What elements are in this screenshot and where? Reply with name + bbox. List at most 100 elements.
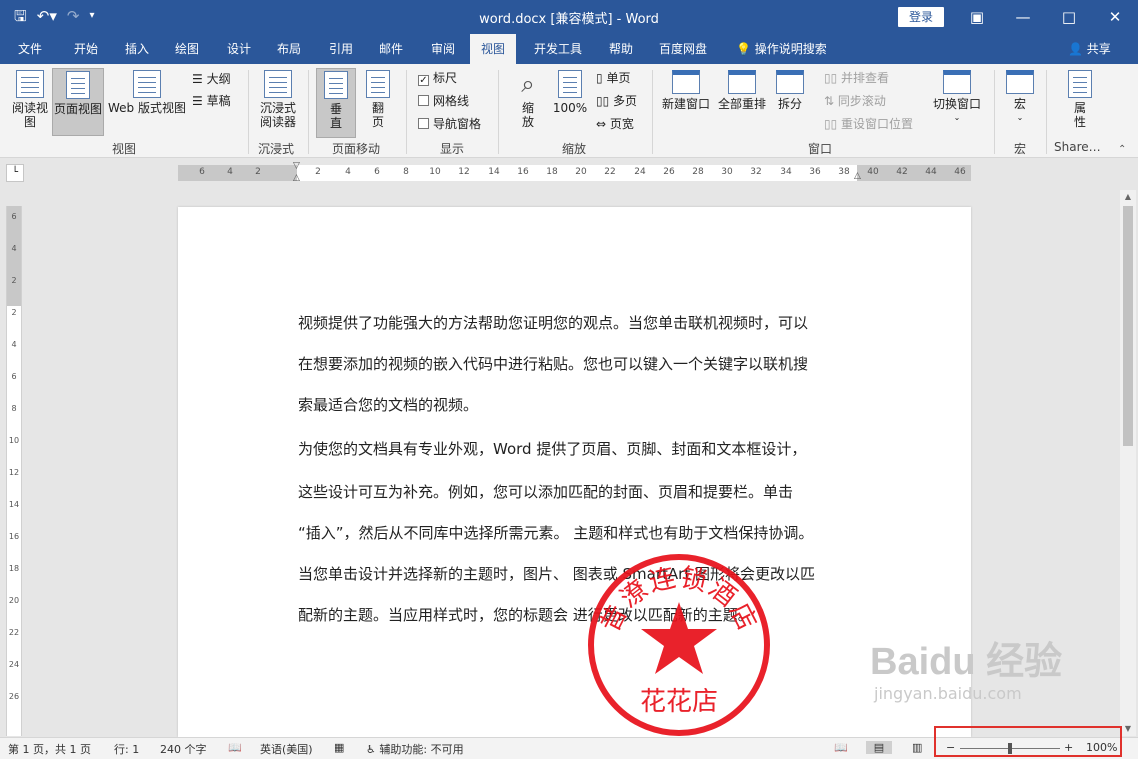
group-separator	[248, 70, 249, 154]
scroll-thumb[interactable]	[1123, 206, 1133, 446]
document-page[interactable]: 视频提供了功能强大的方法帮助您证明您的观点。当您单击联机视频时，可以 在想要添加…	[178, 207, 971, 737]
ribbon-display-options-icon[interactable]: ▣	[960, 4, 994, 30]
group-separator	[994, 70, 995, 154]
outline-button[interactable]: ☰ 大纲	[192, 70, 231, 88]
page-width-button[interactable]: ⇔ 页宽	[596, 115, 634, 133]
web-layout-button[interactable]: Web 版式视图	[106, 70, 188, 138]
page-count[interactable]: 第 1 页，共 1 页	[8, 741, 91, 757]
tab-references[interactable]: 引用	[318, 34, 364, 64]
properties-button[interactable]: 属性	[1058, 70, 1102, 138]
chevron-down-icon: ⌄	[1016, 113, 1024, 122]
tab-layout[interactable]: 布局	[266, 34, 312, 64]
switch-windows-button[interactable]: 切换窗口 ⌄	[928, 70, 986, 138]
tab-view[interactable]: 视图	[470, 34, 516, 64]
maximize-button[interactable]: □	[1052, 4, 1086, 30]
macros-icon	[1006, 70, 1034, 94]
synchronous-scrolling-button[interactable]: ⇅ 同步滚动	[824, 92, 886, 110]
person-icon: 👤	[1068, 42, 1083, 56]
tab-home[interactable]: 开始	[62, 34, 110, 64]
web-layout-icon[interactable]: ▥	[912, 741, 922, 754]
vertical-ruler[interactable]: 6 4 2 2 4 6 8 10 12 14 16 18 20 22 24 26	[6, 206, 22, 736]
reset-position-icon: ▯▯	[824, 117, 838, 131]
vertical-button[interactable]: 垂直	[316, 68, 356, 138]
checkbox-checked-icon: ✓	[418, 75, 429, 86]
group-separator	[406, 70, 407, 154]
tab-review[interactable]: 审阅	[420, 34, 466, 64]
paragraph-line[interactable]: 在想要添加的视频的嵌入代码中进行粘贴。您也可以键入一个关键字以联机搜	[298, 344, 918, 385]
macro-record-icon[interactable]: ▦	[334, 741, 344, 754]
ruler-checkbox[interactable]: ✓ 标尺	[418, 69, 457, 87]
tell-me-search[interactable]: 💡 操作说明搜索	[736, 34, 827, 64]
share-button[interactable]: 👤 共享	[1068, 34, 1111, 64]
seal-stamp[interactable]: 昔潦连锁酒店 花花店	[586, 552, 772, 737]
minimize-button[interactable]: —	[1006, 4, 1040, 30]
group-label-sharepoint: SharePoint	[1054, 140, 1106, 154]
group-label-window: 窗口	[808, 142, 833, 156]
gridlines-checkbox[interactable]: 网格线	[418, 92, 469, 110]
group-separator	[652, 70, 653, 154]
tab-file[interactable]: 文件	[8, 34, 52, 64]
close-button[interactable]: ✕	[1098, 4, 1132, 30]
paragraph-line[interactable]: “插入”，然后从不同库中选择所需元素。 主题和样式也有助于文档保持协调。	[298, 513, 918, 554]
login-button[interactable]: 登录	[898, 7, 944, 27]
tab-draw[interactable]: 绘图	[164, 34, 210, 64]
ruler-tick-label: 6	[11, 372, 17, 381]
title-bar: 🖫 ↶▾ ↷ ▾ word.docx [兼容模式] - Word 登录 ▣ — …	[0, 0, 1138, 34]
language[interactable]: 英语(美国)	[260, 741, 313, 757]
accessibility-status[interactable]: ♿ 辅助功能: 不可用	[366, 741, 464, 757]
arrange-all-button[interactable]: 全部重排	[714, 70, 770, 138]
paragraph-line[interactable]: 这些设计可互为补充。例如，您可以添加匹配的封面、页眉和提要栏。单击	[298, 472, 918, 513]
scroll-down-icon[interactable]: ▼	[1120, 722, 1136, 736]
ruler-tick-label: 8	[403, 167, 409, 177]
paragraph-line[interactable]: 索最适合您的文档的视频。	[298, 385, 918, 426]
view-side-by-side-button[interactable]: ▯▯ 并排查看	[824, 69, 889, 87]
line-number: 行: 1	[114, 743, 140, 756]
sync-scroll-icon: ⇅	[824, 94, 835, 108]
tab-developer[interactable]: 开发工具	[526, 34, 590, 64]
tab-mailings[interactable]: 邮件	[368, 34, 414, 64]
side-to-side-button[interactable]: 翻页	[360, 70, 396, 138]
ruler-tick-label: 8	[11, 404, 17, 413]
word-count[interactable]: 240 个字	[160, 741, 207, 757]
right-indent-icon[interactable]: △	[854, 171, 861, 181]
one-page-button[interactable]: ▯ 单页	[596, 69, 630, 87]
tab-design[interactable]: 设计	[216, 34, 262, 64]
immersive-reader-button[interactable]: 沉浸式阅读器	[254, 70, 302, 138]
print-layout-button[interactable]: 页面视图	[52, 68, 104, 136]
scroll-up-icon[interactable]: ▲	[1120, 190, 1136, 204]
collapse-ribbon-icon[interactable]: ⌃	[1118, 144, 1126, 155]
multiple-pages-button[interactable]: ▯▯ 多页	[596, 92, 637, 110]
tab-baidu-netdisk[interactable]: 百度网盘	[652, 34, 714, 64]
paragraph-line[interactable]: 视频提供了功能强大的方法帮助您证明您的观点。当您单击联机视频时，可以	[298, 303, 918, 344]
ruler-tick-label: 2	[11, 276, 17, 285]
first-line-indent-icon[interactable]: ▽	[293, 161, 300, 171]
ruler-tick-label: 20	[8, 596, 20, 605]
macros-button[interactable]: 宏 ⌄	[1000, 70, 1040, 138]
zoom-100-button[interactable]: 100%	[550, 70, 590, 138]
read-mode-icon[interactable]: 📖	[834, 741, 848, 754]
horizontal-ruler[interactable]: 6 4 2 2 4 6 8 10 12 14 16 18 20 22 24 26 28 30 32 34 36 38 40 4…	[178, 161, 971, 183]
vertical-scrollbar[interactable]: ▲ ▼	[1120, 190, 1136, 736]
zoom-100-icon	[558, 70, 582, 98]
print-layout-icon[interactable]: ▤	[866, 741, 892, 754]
read-mode-button[interactable]: 阅读视图	[8, 70, 52, 138]
magnifier-icon: ⌕	[521, 70, 535, 98]
tab-selector[interactable]: └	[6, 164, 24, 182]
tab-insert[interactable]: 插入	[114, 34, 160, 64]
group-separator	[308, 70, 309, 154]
tab-help[interactable]: 帮助	[598, 34, 644, 64]
ribbon: 阅读视图 页面视图 Web 版式视图 ☰ 大纲 ☰ 草稿 视图 沉浸式阅读器 沉…	[0, 64, 1138, 158]
reset-window-position-button[interactable]: ▯▯ 重设窗口位置	[824, 115, 913, 133]
paragraph-line[interactable]: 为使您的文档具有专业外观，Word 提供了页眉、页脚、封面和文本框设计，	[298, 429, 918, 470]
checkbox-icon	[418, 95, 429, 106]
zoom-button[interactable]: ⌕ 缩放	[508, 70, 548, 138]
group-separator	[1046, 70, 1047, 154]
proofing-icon[interactable]: 📖	[228, 741, 242, 754]
ruler-tick-label: 18	[546, 167, 558, 177]
navigation-pane-checkbox[interactable]: 导航窗格	[418, 115, 481, 133]
new-window-button[interactable]: 新建窗口	[658, 70, 714, 138]
draft-button[interactable]: ☰ 草稿	[192, 92, 231, 110]
split-button[interactable]: 拆分	[772, 70, 808, 138]
ruler-tick-label: 22	[8, 628, 20, 637]
hanging-indent-icon[interactable]: △	[293, 173, 300, 183]
